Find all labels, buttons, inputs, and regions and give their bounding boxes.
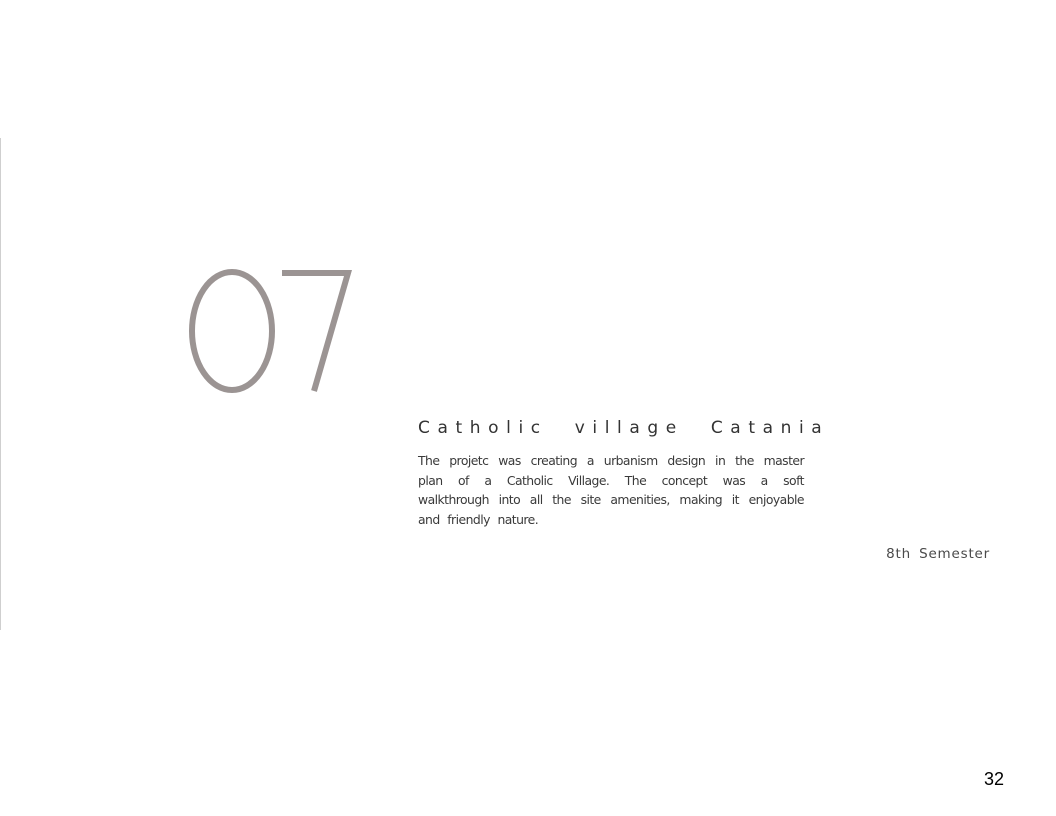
- project-description: The projetc was creating a urbanism desi…: [418, 453, 805, 527]
- page-number: 32: [983, 769, 1004, 789]
- chapter-number-digit-seven: [282, 270, 352, 392]
- left-margin-ticks: [0, 270, 3, 420]
- project-title: Catholic village Catania: [418, 418, 830, 438]
- semester-label: 8th Semester: [886, 546, 990, 562]
- chapter-number-digit-zero: [189, 269, 275, 393]
